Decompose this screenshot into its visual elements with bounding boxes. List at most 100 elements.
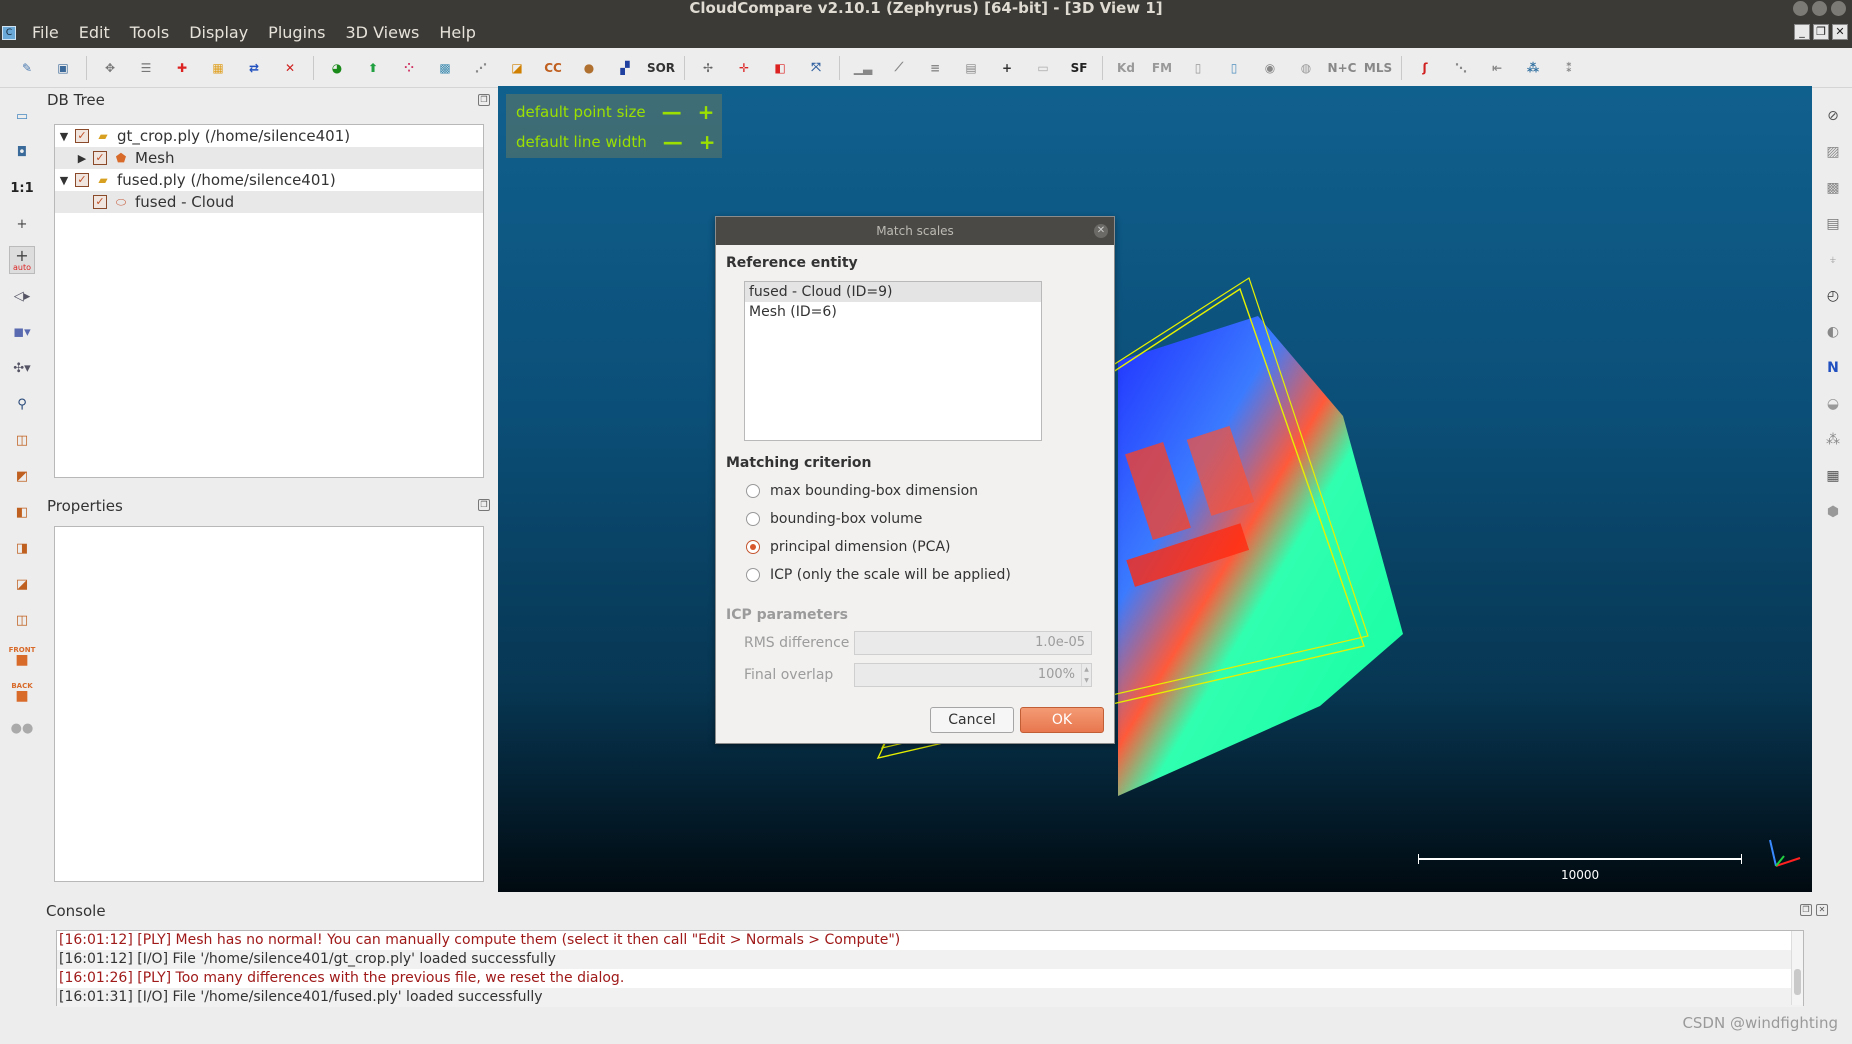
perspective-icon[interactable]: ◁▸ [9,282,35,310]
cc-icon[interactable]: CC [540,55,566,81]
back-view-icon[interactable]: ◨ [9,534,35,562]
visibility-checkbox[interactable]: ✓ [93,195,107,209]
canupo-classify-icon[interactable]: ⁑ [1556,55,1582,81]
properties-float-button[interactable]: ❐ [478,499,490,511]
m3c2-icon[interactable]: ⁂ [1821,426,1845,454]
menu-plugins[interactable]: Plugins [258,18,335,48]
rms-difference-field[interactable]: 1.0e-05 [854,631,1092,655]
film-icon[interactable]: ▤ [1821,210,1845,238]
left-view-icon[interactable]: ◧ [9,498,35,526]
mdi-restore-button[interactable]: ❐ [1813,24,1829,40]
filter-icon[interactable]: ⋱ [1448,55,1474,81]
reference-item[interactable]: fused - Cloud (ID=9) [745,282,1041,302]
align-icon[interactable]: ⤧ [803,55,829,81]
zoom-icon[interactable]: ⚲ [9,390,35,418]
visibility-checkbox[interactable]: ✓ [75,129,89,143]
cancel-button[interactable]: Cancel [930,707,1014,733]
min-max-icon[interactable]: ≡ [922,55,948,81]
delete-icon[interactable]: ✕ [277,55,303,81]
nc-icon[interactable]: N+C [1328,55,1357,81]
ok-button[interactable]: OK [1020,707,1104,733]
top-view-icon[interactable]: ◫ [9,426,35,454]
mdi-close-button[interactable]: ✕ [1832,24,1848,40]
add-icon[interactable]: + [994,55,1020,81]
auto-pivot-icon[interactable]: + auto [9,246,35,274]
expand-arrow-icon[interactable]: ▶ [75,152,89,165]
sample-points-icon[interactable]: ⁘ [396,55,422,81]
ef-icon[interactable]: ◐ [1821,318,1845,346]
menu-3d-views[interactable]: 3D Views [335,18,429,48]
brush-icon[interactable]: ⍖ [1821,246,1845,274]
remove-sf-icon[interactable]: ▭ [1030,55,1056,81]
hexagon-icon[interactable]: ⬢ [1821,498,1845,526]
color-sf-icon[interactable]: ▨ [1821,138,1845,166]
db-tree-float-button[interactable]: ❐ [478,94,490,106]
pivot-icon[interactable]: + [9,210,35,238]
menu-display[interactable]: Display [179,18,258,48]
reference-item[interactable]: Mesh (ID=6) [745,302,1041,322]
criterion-max-bbox[interactable]: max bounding-box dimension [746,479,978,503]
stereo-icon[interactable]: ●● [9,714,35,742]
radio-button-selected[interactable] [746,540,760,554]
mesh-icon[interactable]: ▩ [432,55,458,81]
fm-icon[interactable]: FM [1149,55,1175,81]
menu-tools[interactable]: Tools [120,18,179,48]
sf-icon[interactable]: SF [1066,55,1092,81]
3d-view[interactable]: default point size — + default line widt… [498,86,1812,892]
criterion-bbox-volume[interactable]: bounding-box volume [746,507,922,531]
ssao-icon[interactable]: ▩ [1821,174,1845,202]
menu-file[interactable]: File [22,18,69,48]
sphere-icon[interactable]: ◉ [1257,55,1283,81]
console-scrollbar[interactable] [1791,931,1803,1005]
document-icon[interactable]: ▯ [1185,55,1211,81]
line-width-decrease-button[interactable]: — [663,130,683,154]
tree-item-fused[interactable]: ▼ ✓ ▰ fused.ply (/home/silence401) [55,169,483,191]
move-dropdown-icon[interactable]: ✣▾ [9,354,35,382]
translate-rotate-icon[interactable]: ✥ [97,55,123,81]
screen-icon[interactable]: ▭ [9,102,35,130]
point-picking-icon[interactable]: ✚ [169,55,195,81]
console-float-button[interactable]: ❐ [1800,904,1812,916]
compass-icon[interactable]: ◴ [1821,282,1845,310]
subsample-icon[interactable]: ⇄ [241,55,267,81]
save-icon[interactable]: ▣ [50,55,76,81]
canupo-create-icon[interactable]: ⁂ [1520,55,1546,81]
criterion-pca[interactable]: principal dimension (PCA) [746,535,951,559]
dialog-close-icon[interactable]: ✕ [1094,224,1108,238]
globe-icon[interactable]: ◍ [1293,55,1319,81]
menu-edit[interactable]: Edit [69,18,120,48]
console-close-button[interactable]: ✕ [1816,904,1828,916]
north-icon[interactable]: N [1821,354,1845,382]
mls-icon[interactable]: MLS [1364,55,1392,81]
open-icon[interactable]: ✎ [14,55,40,81]
table-icon[interactable]: ▤ [958,55,984,81]
collapse-arrow-icon[interactable]: ▼ [57,130,71,143]
front-view-icon[interactable]: ◩ [9,462,35,490]
menu-help[interactable]: Help [429,18,485,48]
cube-dropdown-icon[interactable]: ◼▾ [9,318,35,346]
clone-icon[interactable]: ◕ [324,55,350,81]
distance-icon[interactable]: ⟋ [886,55,912,81]
cross-section-icon[interactable]: ◧ [767,55,793,81]
radio-button[interactable] [746,484,760,498]
minimize-window-button[interactable] [1793,1,1808,16]
close-window-button[interactable] [1831,1,1846,16]
iso-back-icon[interactable]: BACK ■ [9,678,35,706]
segment-icon[interactable]: ● [576,55,602,81]
list-icon[interactable]: ☰ [133,55,159,81]
final-overlap-field[interactable]: 100% ▲ ▼ [854,663,1092,687]
reference-entity-list[interactable]: fused - Cloud (ID=9) Mesh (ID=6) [744,281,1042,441]
color-scale-icon[interactable]: ◪ [504,55,530,81]
tree-item-mesh[interactable]: ▶ ✓ ⬟ Mesh [55,147,483,169]
undo-icon[interactable]: ⇤ [1484,55,1510,81]
csv-icon[interactable]: ▯ [1221,55,1247,81]
point-size-decrease-button[interactable]: — [662,100,682,124]
criterion-icp[interactable]: ICP (only the scale will be applied) [746,563,1011,587]
radio-button[interactable] [746,512,760,526]
pick-rotation-center-icon[interactable]: ✢ [695,55,721,81]
scatter-icon[interactable]: ⋰ [468,55,494,81]
collapse-arrow-icon[interactable]: ▼ [57,174,71,187]
histogram-icon[interactable]: ▁▃ [850,55,876,81]
line-width-increase-button[interactable]: + [699,130,716,154]
radio-button[interactable] [746,568,760,582]
